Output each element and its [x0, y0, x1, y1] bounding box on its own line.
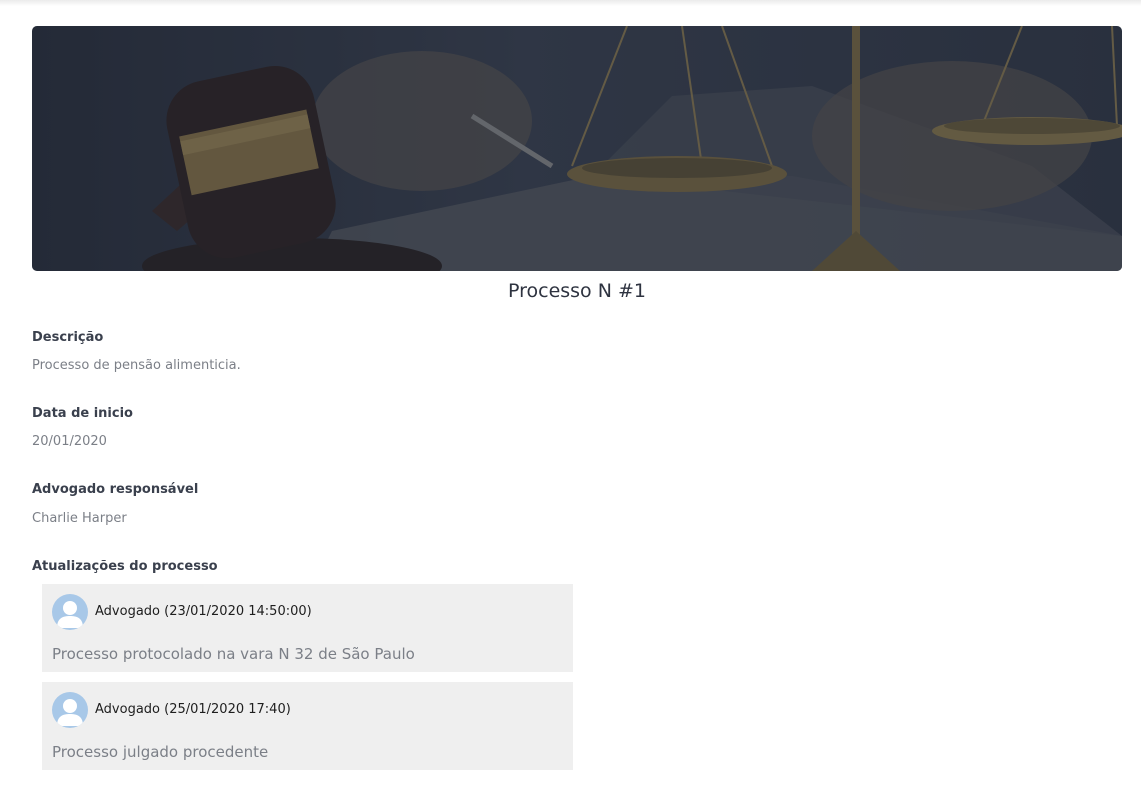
update-card: Advogado (25/01/2020 17:40) Processo jul…	[42, 682, 573, 770]
update-author: Advogado (25/01/2020 17:40)	[95, 702, 291, 717]
banner-image	[32, 26, 1122, 271]
description-label: Descrição	[32, 330, 104, 345]
lawyer-value: Charlie Harper	[32, 511, 127, 526]
update-card: Advogado (23/01/2020 14:50:00) Processo …	[42, 584, 573, 672]
update-author: Advogado (23/01/2020 14:50:00)	[95, 604, 312, 619]
start-date-label: Data de inicio	[32, 406, 133, 421]
top-bar	[0, 0, 1141, 6]
update-text: Processo julgado procedente	[52, 743, 269, 761]
updates-label: Atualizações do processo	[32, 559, 218, 574]
avatar-icon	[52, 594, 88, 630]
avatar-icon	[52, 692, 88, 728]
page-title: Processo N #1	[507, 280, 646, 302]
gavel-scales-icon	[32, 26, 1122, 271]
start-date-value: 20/01/2020	[32, 434, 107, 449]
lawyer-label: Advogado responsável	[32, 482, 199, 497]
description-value: Processo de pensão alimenticia.	[32, 358, 241, 373]
update-text: Processo protocolado na vara N 32 de São…	[52, 645, 415, 663]
